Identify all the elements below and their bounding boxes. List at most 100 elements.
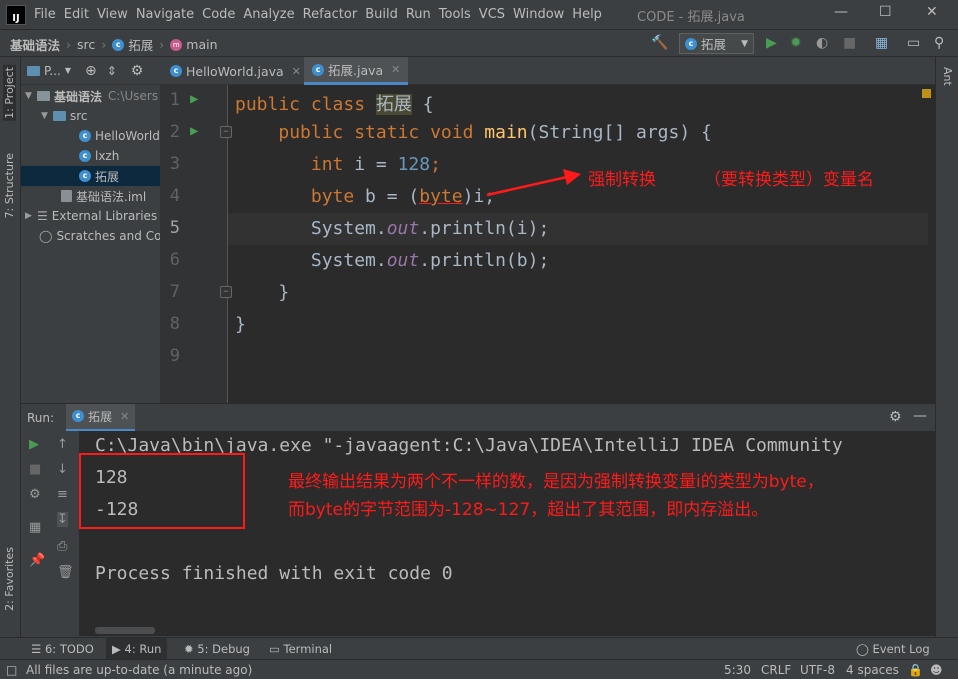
menu-refactor[interactable]: Refactor	[303, 7, 358, 22]
tree-item-external-libraries[interactable]: ▶ ☰ External Libraries	[25, 206, 157, 226]
close-tab-icon[interactable]: ✕	[391, 63, 400, 76]
tab-tuozhan[interactable]: c 拓展.java ✕	[304, 57, 409, 85]
favorites-tool-tab[interactable]: 2: Favorites	[3, 547, 16, 611]
tree-item-iml[interactable]: 基础语法.iml	[61, 186, 146, 206]
menu-analyze[interactable]: Analyze	[243, 7, 294, 22]
breadcrumb-src[interactable]: src	[77, 37, 95, 52]
scroll-down-icon[interactable]: ↓	[57, 462, 68, 477]
run-console[interactable]: C:\Java\bin\java.exe "-javaagent:C:\Java…	[79, 431, 935, 636]
pin-icon[interactable]: 📌	[29, 553, 45, 568]
code-text: i =	[343, 154, 398, 175]
run-tool-tab[interactable]: ▶ 4: Run	[106, 638, 168, 660]
menu-vcs[interactable]: VCS	[479, 7, 505, 22]
editor-tab-bar: c HelloWorld.java ✕ c 拓展.java ✕	[160, 57, 935, 85]
status-message[interactable]: All files are up-to-date (a minute ago)	[26, 663, 252, 677]
code-editor[interactable]: 1 2 3 4 5 6 7 8 9 ▶ ▶ − − public class 拓…	[160, 85, 935, 403]
gear-icon[interactable]: ⚙	[889, 409, 902, 425]
tab-helloworld[interactable]: c HelloWorld.java ✕	[162, 57, 309, 85]
menu-file[interactable]: File	[34, 7, 56, 22]
status-message-icon[interactable]: □	[6, 663, 17, 677]
inspector-icon[interactable]: ☻	[930, 663, 943, 677]
code-text: (String[] args) {	[527, 122, 712, 143]
class-icon: c	[312, 63, 324, 76]
menu-code[interactable]: Code	[202, 7, 235, 22]
soft-wrap-icon[interactable]: ≡	[57, 487, 68, 502]
close-tab-icon[interactable]: ✕	[292, 65, 301, 78]
menu-tools[interactable]: Tools	[439, 7, 471, 22]
debug-icon[interactable]: ✹	[790, 35, 802, 51]
right-tool-stripe: Ant	[935, 57, 958, 637]
code-text: .println(b);	[419, 250, 550, 271]
gear-icon[interactable]: ⚙	[131, 63, 144, 79]
breadcrumb-method[interactable]: main	[186, 37, 217, 52]
menu-view[interactable]: View	[97, 7, 128, 22]
indent-setting[interactable]: 4 spaces	[846, 663, 899, 677]
breadcrumb-class[interactable]: 拓展	[128, 35, 153, 54]
layout-icon[interactable]: ▦	[29, 520, 41, 535]
code-line-3: int i = 128;	[235, 154, 441, 175]
menu-build[interactable]: Build	[365, 7, 398, 22]
trash-icon[interactable]: 🗑	[57, 565, 74, 580]
project-view-select[interactable]: P...	[44, 64, 61, 78]
run-configuration-select[interactable]: c 拓展 ▼	[679, 33, 754, 54]
ant-tool-tab[interactable]: Ant	[941, 67, 954, 86]
breadcrumb-project[interactable]: 基础语法	[10, 35, 60, 54]
caret-position[interactable]: 5:30	[724, 663, 751, 677]
locate-icon[interactable]: ⊕	[85, 63, 97, 79]
collapse-icon[interactable]: ⇕	[107, 64, 117, 78]
terminal-tool-tab[interactable]: ▭ Terminal	[269, 642, 332, 656]
stop-icon[interactable]: ■	[29, 462, 41, 477]
line-number: 1	[169, 90, 180, 110]
todo-tool-tab[interactable]: ☰ 6: TODO	[31, 642, 94, 656]
code-number: 128	[397, 154, 431, 175]
project-tool-tab[interactable]: 1: Project	[3, 65, 16, 121]
menu-help[interactable]: Help	[572, 7, 602, 22]
line-separator[interactable]: CRLF	[761, 663, 791, 677]
fold-icon[interactable]: −	[220, 286, 232, 298]
fold-icon[interactable]: −	[220, 126, 232, 138]
event-log-tool-tab[interactable]: ◯ Event Log	[856, 642, 930, 656]
print-icon[interactable]: ⎙	[57, 539, 67, 554]
run-icon[interactable]: ▶	[766, 35, 777, 51]
line-number: 6	[169, 250, 180, 270]
project-structure-icon[interactable]: ▦	[875, 35, 888, 51]
run-tab[interactable]: c 拓展 ✕	[66, 403, 136, 432]
line-number: 3	[169, 154, 180, 174]
hide-panel-icon[interactable]: —	[913, 408, 927, 424]
tree-item-helloworld[interactable]: c HelloWorld	[79, 126, 160, 146]
rerun-icon[interactable]: ▶	[29, 437, 39, 452]
minimize-icon[interactable]: —	[834, 4, 848, 20]
close-icon[interactable]: ✕	[926, 4, 938, 20]
dump-threads-icon[interactable]: ⚙	[29, 487, 41, 502]
build-hammer-icon[interactable]: 🔨	[651, 35, 668, 51]
search-icon[interactable]: ⚲	[934, 35, 944, 51]
stop-icon[interactable]: ■	[843, 35, 856, 51]
structure-tool-tab[interactable]: 7: Structure	[3, 153, 16, 218]
close-tab-icon[interactable]: ✕	[120, 410, 129, 423]
menu-edit[interactable]: Edit	[64, 7, 89, 22]
menu-navigate[interactable]: Navigate	[136, 7, 194, 22]
code-text: .println(i);	[419, 218, 550, 239]
run-class-gutter-icon[interactable]: ▶	[190, 91, 198, 107]
tree-item-lxzh[interactable]: c lxzh	[79, 146, 119, 166]
horizontal-scrollbar[interactable]	[95, 627, 155, 634]
scroll-up-icon[interactable]: ↑	[57, 437, 68, 452]
line-number: 8	[169, 314, 180, 334]
chevron-down-icon: ▼	[64, 66, 71, 75]
menu-window[interactable]: Window	[513, 7, 564, 22]
left-tool-stripe: 1: Project 7: Structure 2: Favorites	[0, 57, 21, 637]
tree-item-tuozhan-selected[interactable]: c 拓展	[21, 166, 160, 186]
coverage-icon[interactable]: ◐	[816, 35, 828, 51]
debug-tool-tab[interactable]: ✹ 5: Debug	[184, 642, 250, 656]
warning-marker-icon[interactable]	[922, 89, 931, 98]
run-method-gutter-icon[interactable]: ▶	[190, 123, 198, 139]
tree-item-project-root[interactable]: ▼ 基础语法 C:\Users	[25, 86, 158, 106]
menu-run[interactable]: Run	[406, 7, 431, 22]
tree-item-src[interactable]: ▼ src	[41, 106, 88, 126]
scroll-to-end-icon[interactable]: ↧	[57, 512, 68, 527]
terminal-layout-icon[interactable]: ▭	[907, 35, 920, 51]
file-encoding[interactable]: UTF-8	[800, 663, 835, 677]
maximize-icon[interactable]: ☐	[879, 4, 892, 20]
tree-item-scratches[interactable]: ◯ Scratches and Co	[39, 226, 160, 246]
lock-icon[interactable]: 🔒	[908, 663, 923, 677]
